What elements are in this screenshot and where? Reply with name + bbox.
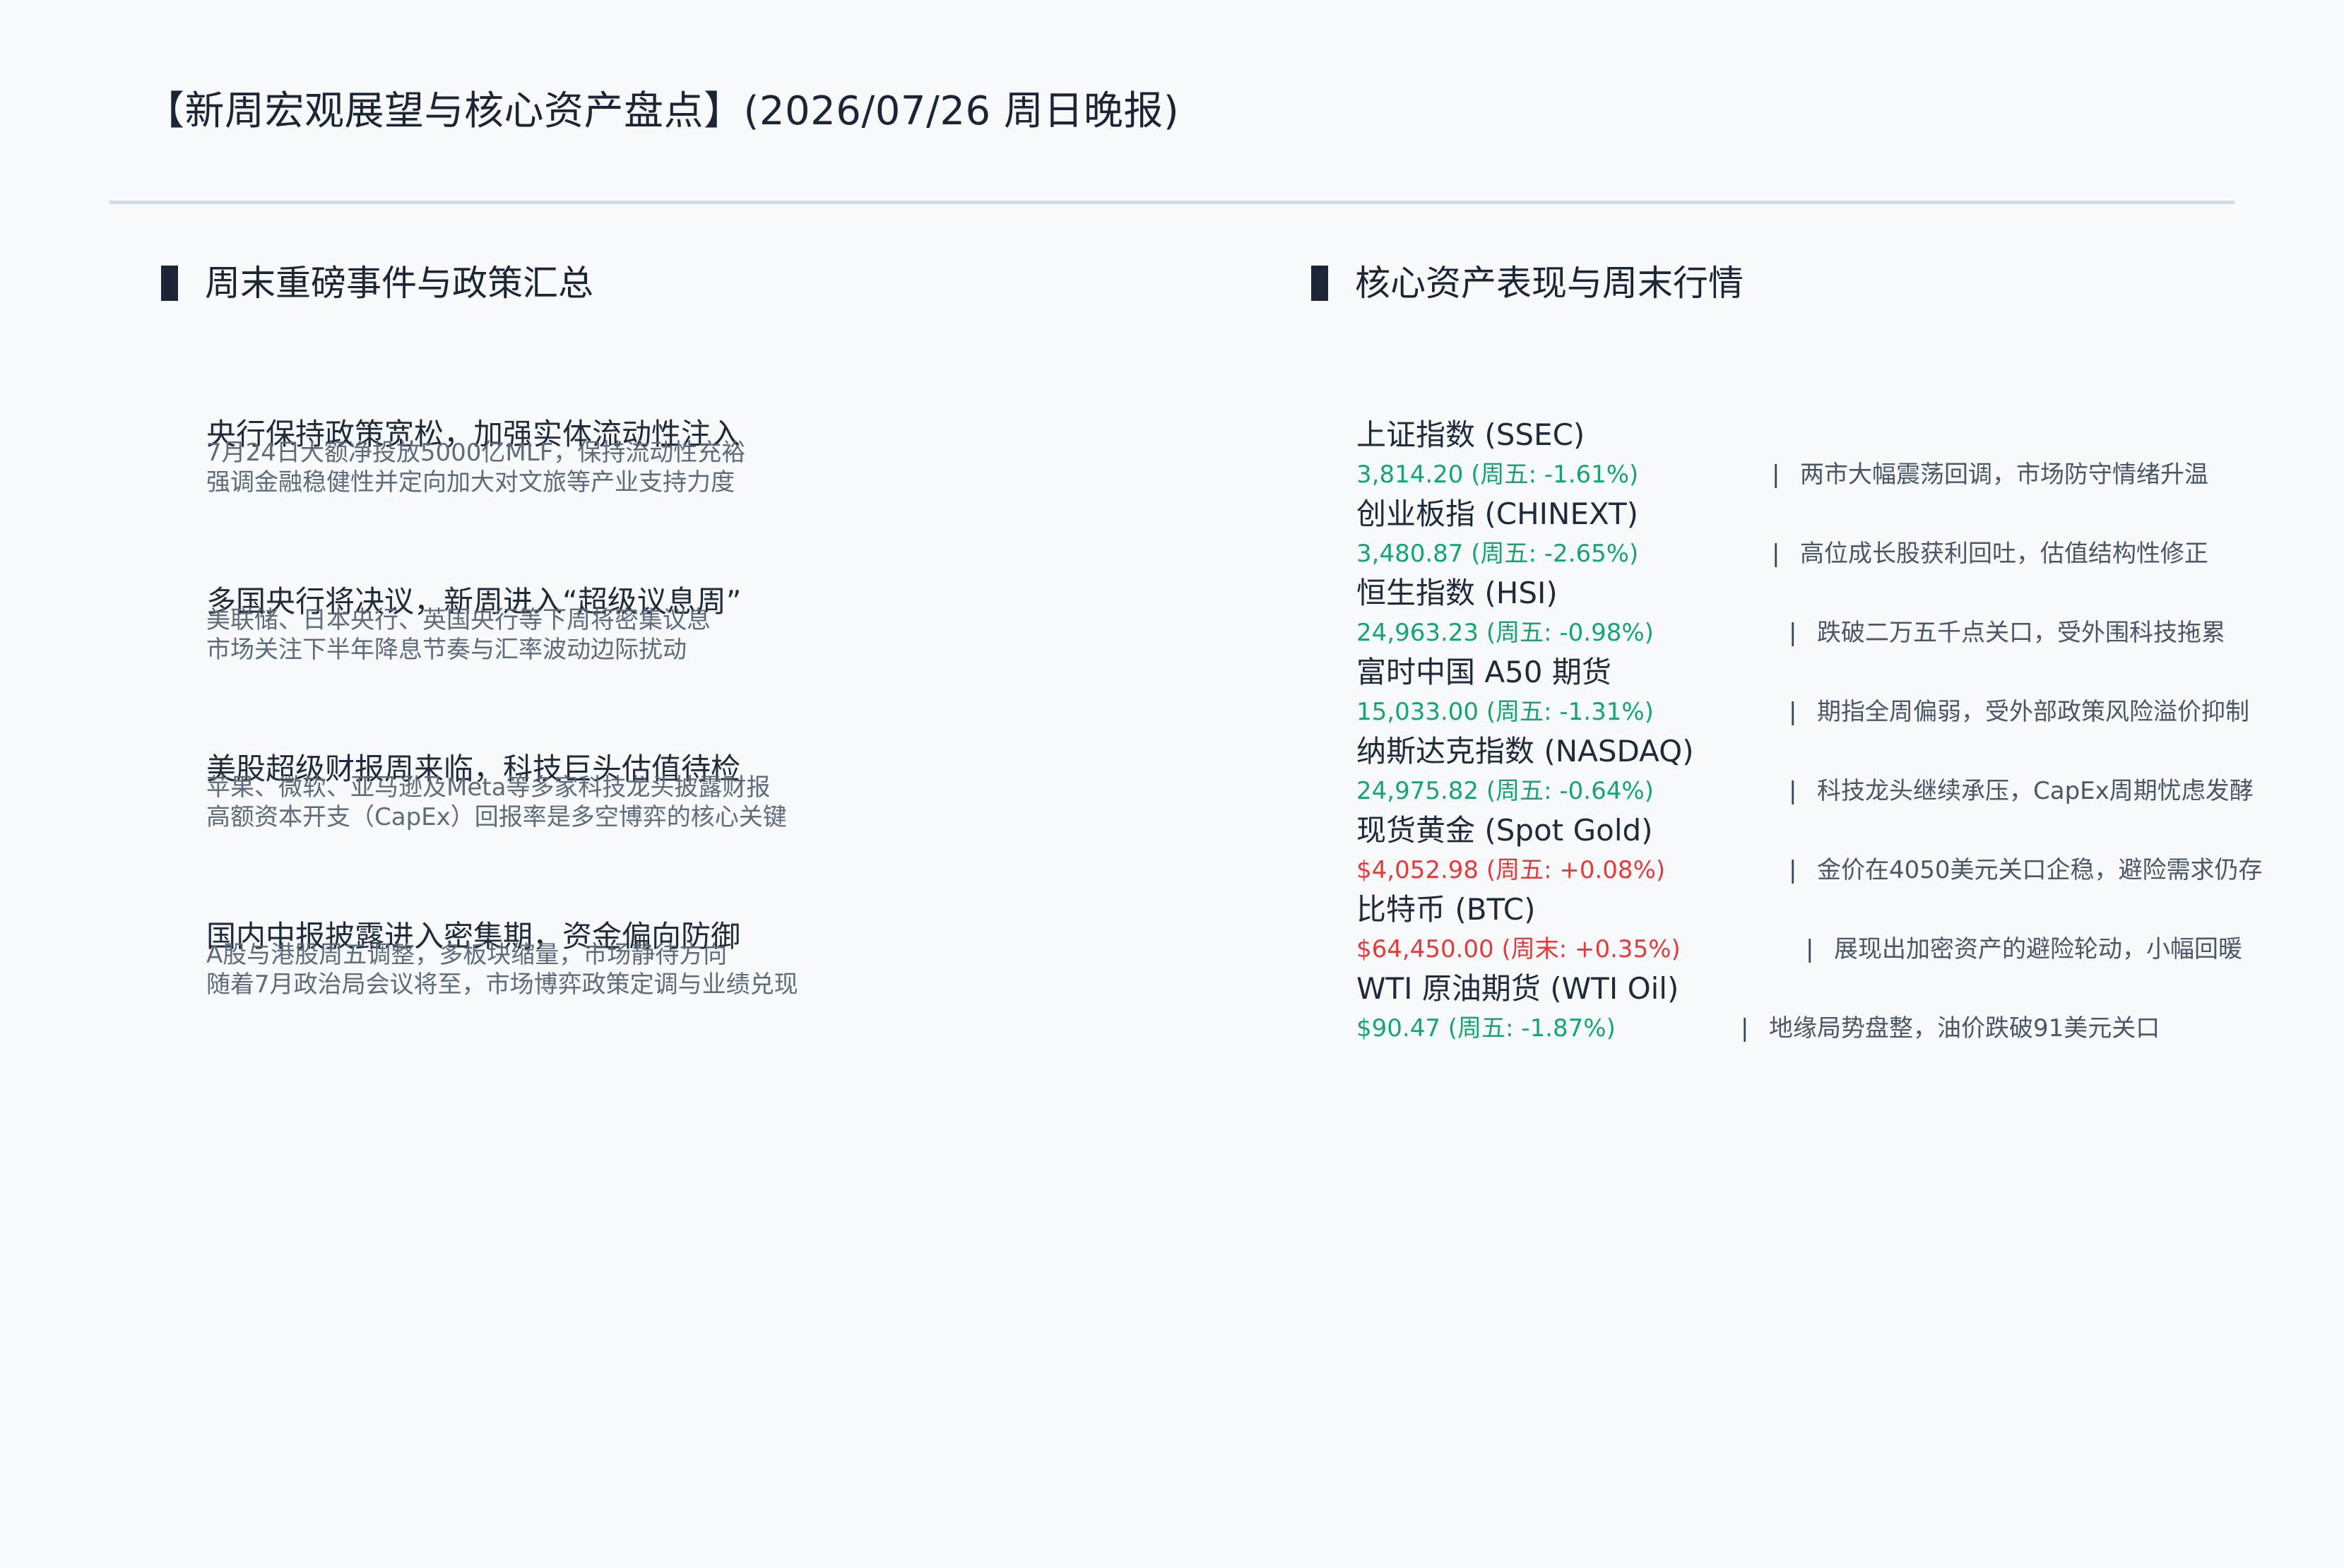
asset-value: 3,814.20 (周五: -1.61%) bbox=[1356, 461, 1639, 489]
left-section-header: 周末重磅事件与政策汇总 bbox=[161, 260, 593, 307]
page-title: 【新周宏观展望与核心资产盘点】(2026/07/26 周日晚报) bbox=[145, 88, 1180, 134]
asset-item: 现货黄金 (Spot Gold) $4,052.98 (周五: +0.08%) … bbox=[1356, 811, 2324, 890]
asset-item: 上证指数 (SSEC) 3,814.20 (周五: -1.61%) | 两市大幅… bbox=[1356, 415, 2324, 494]
separator: | bbox=[1741, 1014, 1749, 1043]
asset-comment: 地缘局势盘整，油价跌破91美元关口 bbox=[1769, 1014, 2160, 1043]
event-detail: 随着7月政治局会议将至，市场博弈政策定调与业绩兑现 bbox=[206, 970, 798, 999]
asset-comment: 金价在4050美元关口企稳，避险需求仍存 bbox=[1817, 856, 2263, 884]
asset-value: 24,975.82 (周五: -0.64%) bbox=[1356, 777, 1654, 805]
asset-value: 24,963.23 (周五: -0.98%) bbox=[1356, 619, 1654, 647]
asset-comment: 高位成长股获利回吐，估值结构性修正 bbox=[1800, 540, 2208, 568]
asset-item: 恒生指数 (HSI) 24,963.23 (周五: -0.98%) | 跌破二万… bbox=[1356, 574, 2324, 653]
separator: | bbox=[1806, 935, 1814, 963]
asset-name: 恒生指数 (HSI) bbox=[1356, 576, 1558, 610]
separator: | bbox=[1772, 461, 1780, 489]
event-detail: 强调金融稳健性并定向加大对文旅等产业支持力度 bbox=[206, 468, 735, 497]
right-section-title: 核心资产表现与周末行情 bbox=[1355, 263, 1744, 304]
asset-name: WTI 原油期货 (WTI Oil) bbox=[1356, 971, 1679, 1006]
event-detail: 7月24日大额净投放5000亿MLF，保持流动性充裕 bbox=[206, 439, 746, 467]
event-item: 国内中报披露进入密集期，资金偏向防御 A股与港股周五调整，多板块缩量，市场静待方… bbox=[206, 919, 1266, 999]
right-section-header: 核心资产表现与周末行情 bbox=[1311, 260, 1744, 307]
title-divider bbox=[109, 201, 2235, 204]
asset-name: 富时中国 A50 期货 bbox=[1356, 655, 1611, 689]
asset-comment: 科技龙头继续承压，CapEx周期忧虑发酵 bbox=[1817, 777, 2254, 805]
asset-value: 3,480.87 (周五: -2.65%) bbox=[1356, 540, 1639, 568]
asset-name: 创业板指 (CHINEXT) bbox=[1356, 497, 1639, 531]
event-item: 央行保持政策宽松，加强实体流动性注入 7月24日大额净投放5000亿MLF，保持… bbox=[206, 417, 1266, 497]
asset-comment: 期指全周偏弱，受外部政策风险溢价抑制 bbox=[1817, 698, 2249, 726]
asset-item: WTI 原油期货 (WTI Oil) $90.47 (周五: -1.87%) |… bbox=[1356, 969, 2324, 1048]
section-marker-bar bbox=[1311, 266, 1328, 301]
section-marker-bar bbox=[161, 266, 178, 301]
separator: | bbox=[1789, 619, 1797, 647]
asset-value: $90.47 (周五: -1.87%) bbox=[1356, 1014, 1616, 1043]
separator: | bbox=[1789, 777, 1797, 805]
asset-value: 15,033.00 (周五: -1.31%) bbox=[1356, 698, 1654, 726]
event-item: 美股超级财报周来临，科技巨头估值待检 苹果、微软、亚马逊及Meta等多家科技龙头… bbox=[206, 752, 1266, 832]
event-detail: 市场关注下半年降息节奏与汇率波动边际扰动 bbox=[206, 636, 687, 664]
asset-name: 上证指数 (SSEC) bbox=[1356, 417, 1585, 452]
event-item: 多国央行将决议，新周进入“超级议息周” 美联储、日本央行、英国央行等下周将密集议… bbox=[206, 584, 1266, 665]
asset-item: 纳斯达克指数 (NASDAQ) 24,975.82 (周五: -0.64%) |… bbox=[1356, 732, 2324, 811]
asset-item: 创业板指 (CHINEXT) 3,480.87 (周五: -2.65%) | 高… bbox=[1356, 494, 2324, 574]
separator: | bbox=[1789, 856, 1797, 884]
separator: | bbox=[1789, 698, 1797, 726]
asset-name: 比特币 (BTC) bbox=[1356, 892, 1536, 927]
asset-comment: 两市大幅震荡回调，市场防守情绪升温 bbox=[1800, 461, 2208, 489]
asset-item: 比特币 (BTC) $64,450.00 (周末: +0.35%) | 展现出加… bbox=[1356, 890, 2324, 969]
separator: | bbox=[1772, 540, 1780, 568]
left-section-title: 周末重磅事件与政策汇总 bbox=[205, 263, 593, 304]
asset-item: 富时中国 A50 期货 15,033.00 (周五: -1.31%) | 期指全… bbox=[1356, 653, 2324, 732]
event-detail: 苹果、微软、亚马逊及Meta等多家科技龙头披露财报 bbox=[206, 773, 771, 802]
asset-value: $4,052.98 (周五: +0.08%) bbox=[1356, 856, 1666, 884]
asset-name: 现货黄金 (Spot Gold) bbox=[1356, 813, 1653, 848]
asset-comment: 展现出加密资产的避险轮动，小幅回暖 bbox=[1834, 935, 2242, 963]
asset-name: 纳斯达克指数 (NASDAQ) bbox=[1356, 734, 1694, 768]
event-detail: 高额资本开支（CapEx）回报率是多空博弈的核心关键 bbox=[206, 803, 787, 831]
asset-comment: 跌破二万五千点关口，受外围科技拖累 bbox=[1817, 619, 2225, 647]
asset-value: $64,450.00 (周末: +0.35%) bbox=[1356, 935, 1681, 963]
